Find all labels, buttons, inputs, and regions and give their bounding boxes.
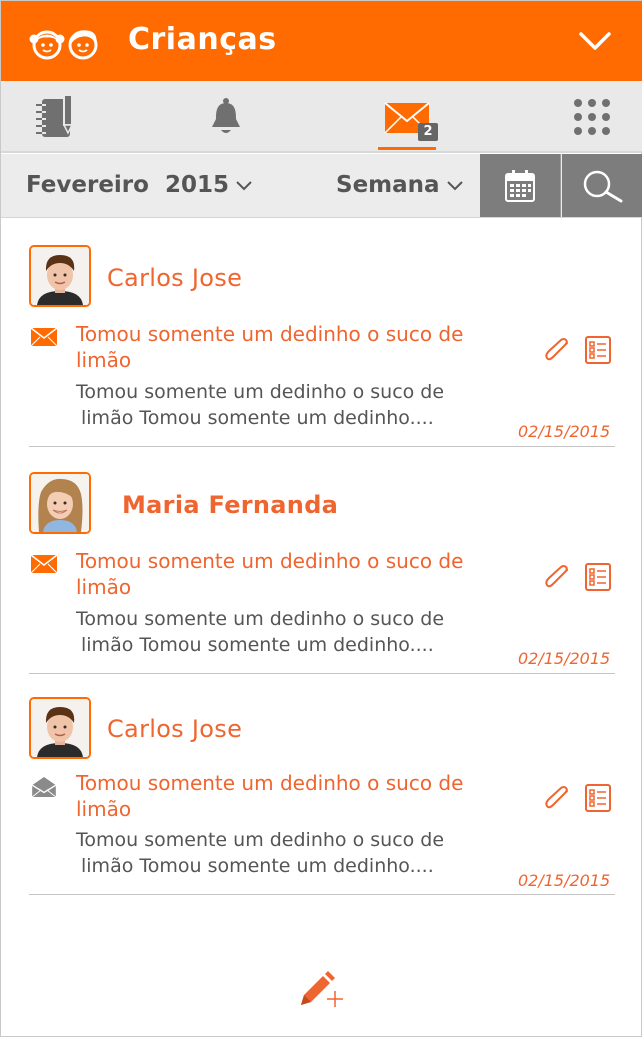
tab-notebook[interactable]: [13, 81, 103, 153]
preview-line: Tomou somente um dedinho o suco de: [76, 608, 445, 630]
bell-icon: [212, 98, 240, 133]
grid-dots-icon: [574, 99, 610, 135]
app-frame: Crianças 2 Fevereiro 2015 Semana Carlos …: [0, 0, 642, 1037]
period-selector[interactable]: Semana: [336, 172, 464, 198]
month-label: Fevereiro: [26, 172, 149, 198]
paperclip-icon[interactable]: [543, 337, 573, 365]
tab-messages[interactable]: [362, 81, 452, 153]
preview-line: Tomou somente um dedinho o suco de: [76, 829, 445, 851]
message-preview: Tomou somente um dedinho o suco de limão…: [76, 606, 516, 658]
girl-avatar: [29, 472, 91, 534]
boy-avatar: [29, 245, 91, 307]
calendar-button[interactable]: [480, 154, 561, 217]
year-label: 2015: [164, 172, 229, 198]
tab-apps[interactable]: [547, 81, 637, 153]
period-label: Semana: [336, 172, 440, 198]
preview-line: limão Tomou somente um dedinho....: [81, 407, 434, 429]
active-tab-indicator: [378, 147, 436, 150]
envelope-unread-icon: [31, 554, 57, 574]
unread-count-badge: 2: [418, 123, 438, 141]
message-date: 02/15/2015: [518, 422, 611, 441]
preview-line: limão Tomou somente um dedinho....: [81, 634, 434, 656]
sender-name: Carlos Jose: [107, 715, 243, 743]
envelope-read-icon: [31, 777, 57, 797]
envelope-unread-icon: [31, 327, 57, 347]
checklist-icon[interactable]: [584, 563, 612, 591]
message-subject: Tomou somente um dedinho o suco de limão: [76, 771, 464, 821]
message-date: 02/15/2015: [518, 649, 611, 668]
preview-line: Tomou somente um dedinho o suco de: [76, 381, 445, 403]
checklist-icon[interactable]: [584, 784, 612, 812]
page-title: Crianças: [128, 22, 277, 57]
divider: [29, 446, 615, 447]
sender-name: Maria Fernanda: [122, 491, 339, 519]
message-preview: Tomou somente um dedinho o suco de limão…: [76, 827, 516, 879]
tab-bar: [1, 81, 642, 153]
notebook-pen-icon: [36, 94, 74, 137]
preview-line: limão Tomou somente um dedinho....: [81, 855, 434, 877]
two-kids-faces-icon: [29, 30, 98, 60]
pencil-plus-icon[interactable]: [299, 971, 347, 1011]
app-header: Crianças: [1, 1, 642, 81]
paperclip-icon[interactable]: [543, 785, 573, 813]
message-date: 02/15/2015: [518, 871, 611, 890]
divider: [29, 894, 615, 895]
chevron-down-icon[interactable]: [578, 29, 612, 53]
checklist-icon[interactable]: [584, 336, 612, 364]
month-selector[interactable]: Fevereiro 2015: [26, 172, 253, 198]
message-preview: Tomou somente um dedinho o suco de limão…: [76, 379, 516, 431]
boy-avatar: [29, 697, 91, 759]
chevron-down-icon: [236, 180, 252, 190]
filter-bar: Fevereiro 2015 Semana: [1, 154, 642, 218]
sender-name: Carlos Jose: [107, 264, 243, 292]
divider: [29, 673, 615, 674]
search-button[interactable]: [562, 154, 642, 217]
chevron-down-icon: [446, 180, 463, 190]
message-subject: Tomou somente um dedinho o suco de limão: [76, 549, 464, 599]
search-icon: [583, 170, 622, 202]
calendar-icon: [505, 169, 535, 202]
message-subject: Tomou somente um dedinho o suco de limão: [76, 322, 464, 372]
paperclip-icon[interactable]: [543, 564, 573, 592]
tab-notifications[interactable]: [181, 81, 271, 153]
